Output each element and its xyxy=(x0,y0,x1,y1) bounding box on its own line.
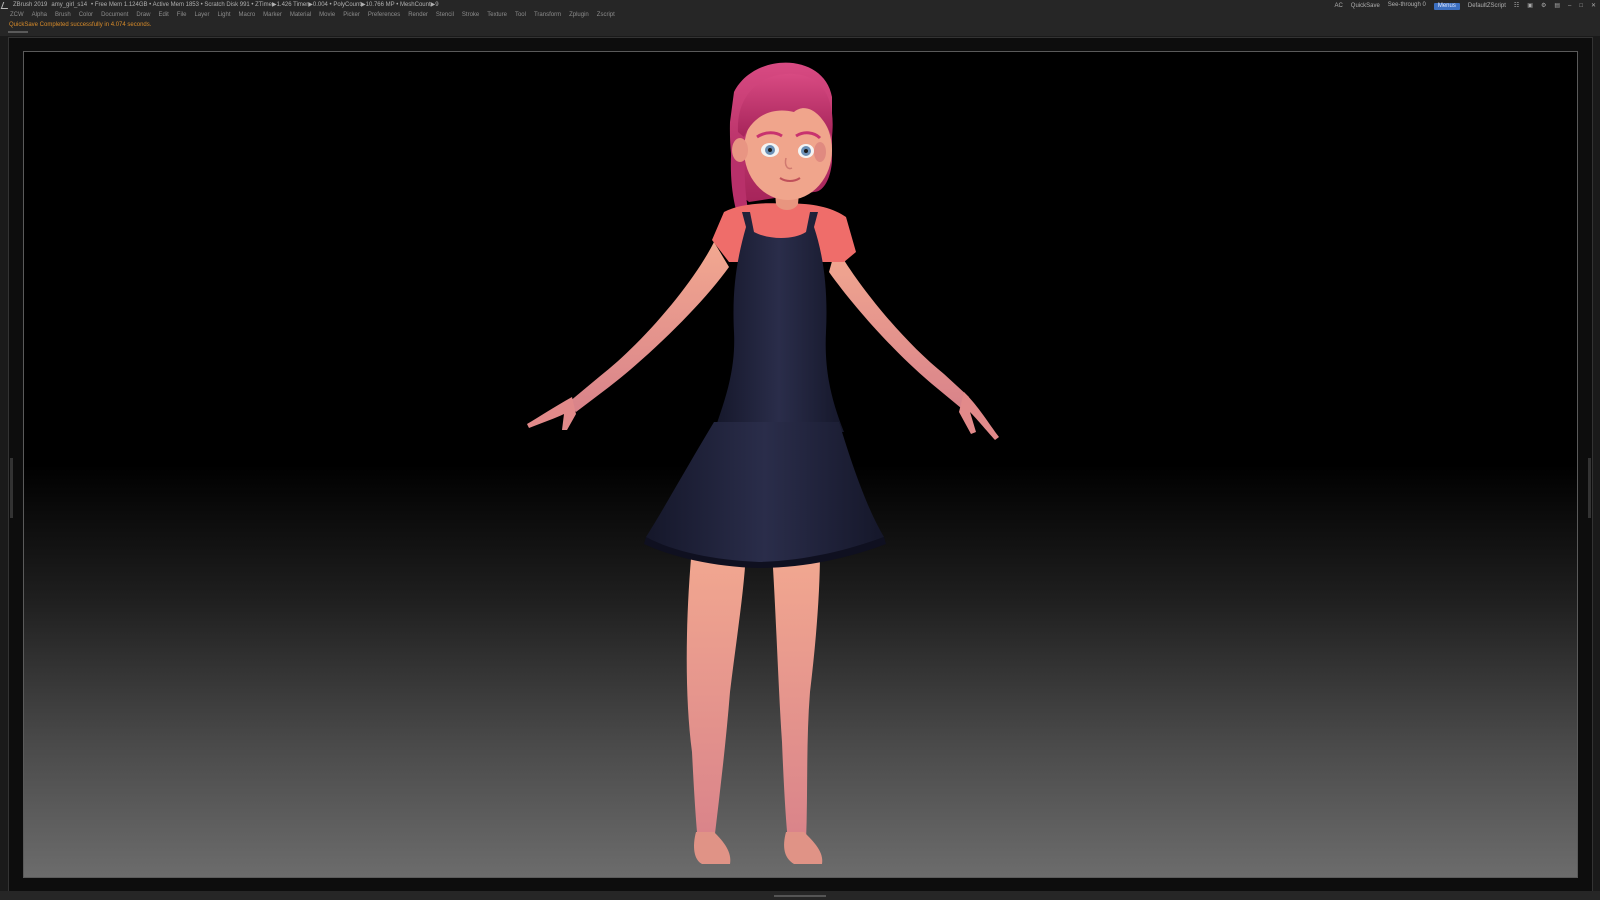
zbrush-logo-icon xyxy=(0,2,11,9)
menu-marker[interactable]: Marker xyxy=(259,10,286,20)
menu-preferences[interactable]: Preferences xyxy=(364,10,404,20)
bottom-tray-handle[interactable] xyxy=(774,895,826,897)
menu-alpha[interactable]: Alpha xyxy=(28,10,51,20)
memory-stats: • Free Mem 1.124GB • Active Mem 1853 • S… xyxy=(91,2,439,8)
menu-edit[interactable]: Edit xyxy=(154,10,172,20)
maximize-icon[interactable]: □ xyxy=(1579,1,1583,11)
see-through-label: See-through xyxy=(1387,2,1421,8)
gear-icon[interactable]: ⚙ xyxy=(1541,1,1546,11)
bottom-bar xyxy=(0,891,1600,900)
see-through-value: 0 xyxy=(1422,2,1426,8)
default-zscript-button[interactable]: DefaultZScript xyxy=(1468,1,1506,11)
menu-material[interactable]: Material xyxy=(286,10,315,20)
menu-movie[interactable]: Movie xyxy=(315,10,339,20)
layout-icon[interactable]: ☷ xyxy=(1514,1,1519,11)
close-icon[interactable]: ✕ xyxy=(1591,1,1596,11)
right-foot xyxy=(784,832,823,864)
ac-button[interactable]: AC xyxy=(1334,1,1342,11)
right-hand xyxy=(959,392,999,440)
menu-tool[interactable]: Tool xyxy=(511,10,530,20)
left-tray-handle[interactable] xyxy=(10,458,13,518)
right-ear xyxy=(814,142,826,162)
menu-brush[interactable]: Brush xyxy=(51,10,75,20)
left-pupil xyxy=(768,148,772,152)
menu-stencil[interactable]: Stencil xyxy=(432,10,458,20)
document-viewport[interactable] xyxy=(23,51,1578,878)
left-arm xyxy=(569,242,729,412)
left-foot xyxy=(694,832,731,864)
menu-zcw[interactable]: ZCW xyxy=(6,10,28,20)
menu-picker[interactable]: Picker xyxy=(339,10,364,20)
menu-color[interactable]: Color xyxy=(75,10,97,20)
lock-icon[interactable]: ▤ xyxy=(1554,1,1560,11)
right-pupil xyxy=(804,149,808,153)
menu-zplugin[interactable]: Zplugin xyxy=(565,10,593,20)
left-hand xyxy=(527,397,576,430)
left-ear xyxy=(732,138,748,162)
minimize-icon[interactable]: – xyxy=(1568,1,1571,11)
menu-layer[interactable]: Layer xyxy=(190,10,213,20)
left-leg xyxy=(686,547,746,842)
menu-macro[interactable]: Macro xyxy=(234,10,259,20)
menu-transform[interactable]: Transform xyxy=(530,10,565,20)
menu-zscript[interactable]: Zscript xyxy=(593,10,619,20)
right-arm xyxy=(829,247,969,408)
menu-light[interactable]: Light xyxy=(213,10,234,20)
title-bar: ZBrush 2019 amy_girl_s14 • Free Mem 1.12… xyxy=(0,0,1600,11)
menus-toggle-button[interactable]: Menus xyxy=(1433,2,1460,10)
right-leg xyxy=(772,552,820,842)
menu-render[interactable]: Render xyxy=(404,10,432,20)
menu-stroke[interactable]: Stroke xyxy=(458,10,483,20)
dress-skirt xyxy=(646,422,884,564)
palette-icon[interactable]: ▣ xyxy=(1527,1,1533,11)
menu-draw[interactable]: Draw xyxy=(132,10,154,20)
menu-document[interactable]: Document xyxy=(97,10,132,20)
right-tray-handle[interactable] xyxy=(1588,458,1591,518)
menu-file[interactable]: File xyxy=(173,10,191,20)
menu-texture[interactable]: Texture xyxy=(483,10,511,20)
quicksave-button[interactable]: QuickSave xyxy=(1351,1,1380,11)
quicksave-notification: QuickSave Completed successfully in 4.07… xyxy=(9,22,152,28)
notification-bar: QuickSave Completed successfully in 4.07… xyxy=(0,20,1600,36)
sculpt-model[interactable] xyxy=(24,52,1577,877)
file-name: amy_girl_s14 xyxy=(51,2,88,8)
progress-bar xyxy=(8,31,28,33)
app-name: ZBrush 2019 xyxy=(13,2,48,8)
main-menu-bar: ZCW Alpha Brush Color Document Draw Edit File La… xyxy=(0,10,1600,20)
canvas-frame xyxy=(8,37,1593,892)
